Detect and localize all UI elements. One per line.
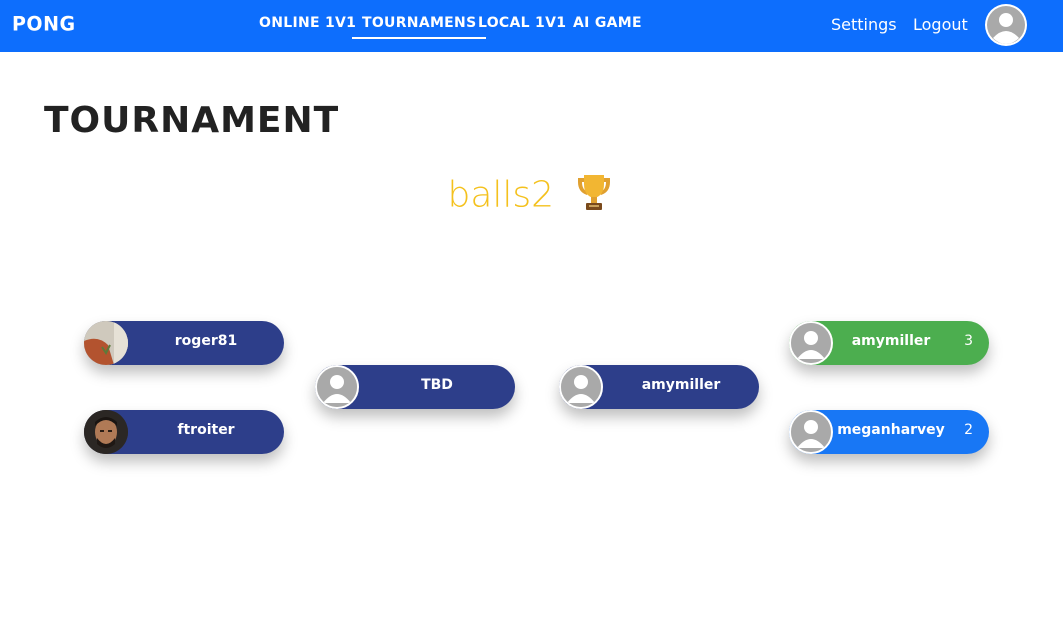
bracket-left-slot-2[interactable]: ftroiter (84, 410, 284, 454)
player-avatar-photo (84, 321, 128, 365)
user-avatar-icon[interactable] (985, 4, 1027, 46)
player-name: amymiller (641, 377, 721, 393)
bracket-right-final[interactable]: amymiller (559, 365, 759, 409)
bracket-right-slot-2[interactable]: meganharvey 2 (789, 410, 989, 454)
nav-link-ai-game[interactable]: AI GAME (573, 15, 642, 39)
bracket-right-slot-1[interactable]: amymiller 3 (789, 321, 989, 365)
tournament-name-text: balls2 (447, 174, 555, 216)
page-title: TOURNAMENT (44, 100, 340, 141)
navbar: PONG ONLINE 1V1 TOURNAMENS LOCAL 1V1 AI … (0, 0, 1063, 52)
default-avatar-icon (789, 321, 833, 365)
settings-link[interactable]: Settings (831, 15, 897, 34)
logout-link[interactable]: Logout (913, 15, 968, 34)
player-score: 3 (964, 333, 973, 349)
default-avatar-icon (315, 365, 359, 409)
bracket-left-slot-1[interactable]: roger81 (84, 321, 284, 365)
player-score: 2 (964, 422, 973, 438)
nav-link-local-1v1[interactable]: LOCAL 1V1 (478, 15, 566, 39)
tournament-name: balls2 (0, 170, 1063, 223)
brand-logo[interactable]: PONG (12, 12, 76, 35)
player-name: meganharvey (837, 422, 945, 438)
player-name: roger81 (174, 333, 238, 349)
nav-link-online-1v1[interactable]: ONLINE 1V1 (259, 15, 356, 39)
trophy-icon (572, 170, 616, 223)
player-name: amymiller (851, 333, 931, 349)
player-avatar-photo (84, 410, 128, 454)
player-name: ftroiter (177, 422, 235, 438)
nav-link-tournaments[interactable]: TOURNAMENS (352, 15, 487, 39)
bracket-left-final[interactable]: TBD (315, 365, 515, 409)
default-avatar-icon (559, 365, 603, 409)
default-avatar-icon (789, 410, 833, 454)
player-name: TBD (421, 377, 453, 393)
